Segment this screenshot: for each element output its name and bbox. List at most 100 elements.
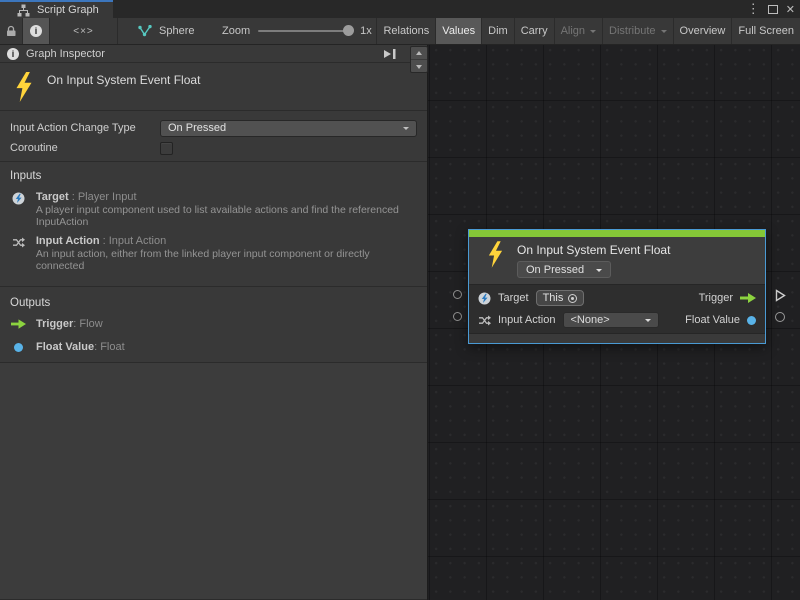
inspector-title: Graph Inspector	[26, 48, 105, 60]
view-button-relations[interactable]: Relations	[376, 18, 435, 44]
distribute-dropdown-button[interactable]: Distribute	[602, 18, 672, 44]
script-graph-window: Script Graph ⋮ ✕ i <×>	[0, 0, 800, 600]
scrub-up-button[interactable]	[411, 47, 427, 59]
node-color-strip	[469, 230, 765, 237]
external-input-port-action[interactable]	[453, 312, 462, 321]
port-description: An input action, either from the linked …	[36, 249, 417, 272]
inspect-toggle-button[interactable]: i	[23, 18, 50, 44]
triangle-down-icon	[416, 65, 422, 72]
lock-button[interactable]	[0, 18, 23, 44]
graph-name: Sphere	[159, 25, 194, 37]
chevron-down-icon	[596, 269, 602, 275]
graph-breadcrumb[interactable]: Sphere	[118, 18, 214, 44]
outputs-section-title: Outputs	[10, 297, 417, 309]
window-controls: ⋮ ✕	[747, 0, 800, 18]
view-button-values[interactable]: Values	[435, 18, 481, 44]
event-bolt-icon	[14, 72, 34, 102]
node-row-target-trigger: Target This Trigger	[478, 287, 756, 309]
view-button-dim[interactable]: Dim	[481, 18, 514, 44]
scrub-down-button[interactable]	[411, 59, 427, 72]
chevron-down-icon	[661, 30, 667, 36]
panel-scrubber[interactable]	[410, 46, 428, 73]
external-output-port-trigger[interactable]	[775, 289, 786, 305]
external-output-port-float[interactable]	[775, 312, 785, 322]
input-port-target: Target : Player Input A player input com…	[10, 191, 417, 228]
output-port-trigger: Trigger : Flow	[10, 318, 417, 330]
outputs-section: Outputs Trigger : Flow Float V	[0, 287, 427, 363]
float-dot-icon	[10, 343, 27, 352]
port-description: A player input component used to list av…	[36, 205, 417, 228]
tab-bar: Script Graph ⋮ ✕	[0, 0, 800, 18]
overview-button[interactable]: Overview	[673, 18, 732, 44]
tab-script-graph[interactable]: Script Graph	[0, 0, 113, 18]
lock-icon	[5, 25, 17, 37]
window-menu-icon[interactable]: ⋮	[747, 4, 760, 14]
align-dropdown-button[interactable]: Align	[554, 18, 602, 44]
input-action-port-label: Input Action	[498, 314, 556, 326]
graph-asset-icon	[138, 25, 152, 37]
inspector-header: i Graph Inspector	[0, 45, 427, 63]
target-port-label: Target	[498, 292, 529, 304]
node-row-action-float: Input Action <None> Float Value	[478, 309, 756, 331]
dock-panel-icon	[383, 48, 396, 60]
node-on-input-system-event-float[interactable]: On Input System Event Float On Pressed	[468, 229, 766, 344]
selected-node-title: On Input System Event Float	[47, 73, 200, 87]
inspector-fields: Input Action Change Type On Pressed Coro…	[0, 111, 427, 162]
player-input-icon	[478, 292, 491, 305]
zoom-control: Zoom 1x	[214, 18, 372, 44]
window-maximize-icon[interactable]	[768, 5, 778, 14]
info-icon: i	[30, 25, 42, 37]
dock-panel-button[interactable]	[383, 48, 396, 60]
code-view-button[interactable]: <×>	[50, 18, 118, 44]
node-body: Target This Trigger	[469, 284, 765, 333]
external-input-port-target[interactable]	[453, 290, 462, 299]
view-button-carry[interactable]: Carry	[514, 18, 554, 44]
input-action-dropdown[interactable]: <None>	[563, 312, 659, 328]
node-header[interactable]: On Input System Event Float On Pressed	[469, 237, 765, 284]
float-value-port-label: Float Value	[685, 314, 740, 326]
window-close-icon[interactable]: ✕	[786, 3, 795, 16]
chevron-down-icon	[403, 127, 409, 133]
inputs-section: Inputs Target : Player Input A player in…	[0, 162, 427, 287]
coroutine-label: Coroutine	[10, 142, 160, 154]
inputs-section-title: Inputs	[10, 170, 417, 182]
target-object-field[interactable]: This	[536, 290, 585, 306]
chevron-down-icon	[590, 30, 596, 36]
inspector-empty-area	[0, 363, 427, 600]
triangle-up-icon	[416, 48, 422, 55]
graph-toolbar: i <×> Sphere Zoom 1x Relations	[0, 18, 800, 45]
node-title: On Input System Event Float	[517, 243, 670, 257]
chevron-down-icon	[645, 319, 651, 325]
field-row-coroutine: Coroutine	[10, 138, 417, 158]
flow-arrow-icon	[10, 319, 27, 329]
trigger-port-label: Trigger	[699, 292, 733, 304]
flow-port-triangle-icon	[775, 289, 786, 302]
view-toggle-group: Relations Values Dim Carry Align Distrib…	[376, 18, 800, 44]
tab-title: Script Graph	[37, 4, 99, 16]
code-icon: <×>	[73, 26, 94, 37]
player-input-icon	[10, 191, 27, 228]
input-action-icon	[478, 314, 491, 327]
flow-arrow-icon[interactable]	[740, 293, 756, 303]
input-port-input-action: Input Action : Input Action An input act…	[10, 235, 417, 272]
zoom-label: Zoom	[222, 25, 250, 37]
float-port-dot-icon[interactable]	[747, 316, 756, 325]
output-port-float-value: Float Value : Float	[10, 341, 417, 353]
zoom-slider[interactable]	[258, 30, 350, 32]
fullscreen-button[interactable]: Full Screen	[731, 18, 800, 44]
event-bolt-icon	[487, 241, 504, 268]
script-graph-icon	[17, 4, 30, 17]
window-content: i Graph Inspector On Input System Event …	[0, 45, 800, 600]
info-icon: i	[7, 48, 19, 60]
zoom-slider-handle[interactable]	[343, 25, 354, 36]
coroutine-checkbox[interactable]	[160, 142, 173, 155]
graph-canvas[interactable]: On Input System Event Float On Pressed	[428, 45, 800, 600]
event-mode-dropdown[interactable]: On Pressed	[517, 261, 611, 278]
selected-node-summary: On Input System Event Float	[0, 63, 427, 111]
input-action-icon	[10, 235, 27, 272]
object-picker-icon[interactable]	[568, 294, 577, 303]
zoom-value: 1x	[360, 25, 372, 37]
change-type-dropdown[interactable]: On Pressed	[160, 120, 417, 137]
change-type-label: Input Action Change Type	[10, 122, 160, 134]
graph-inspector-panel: i Graph Inspector On Input System Event …	[0, 45, 428, 600]
